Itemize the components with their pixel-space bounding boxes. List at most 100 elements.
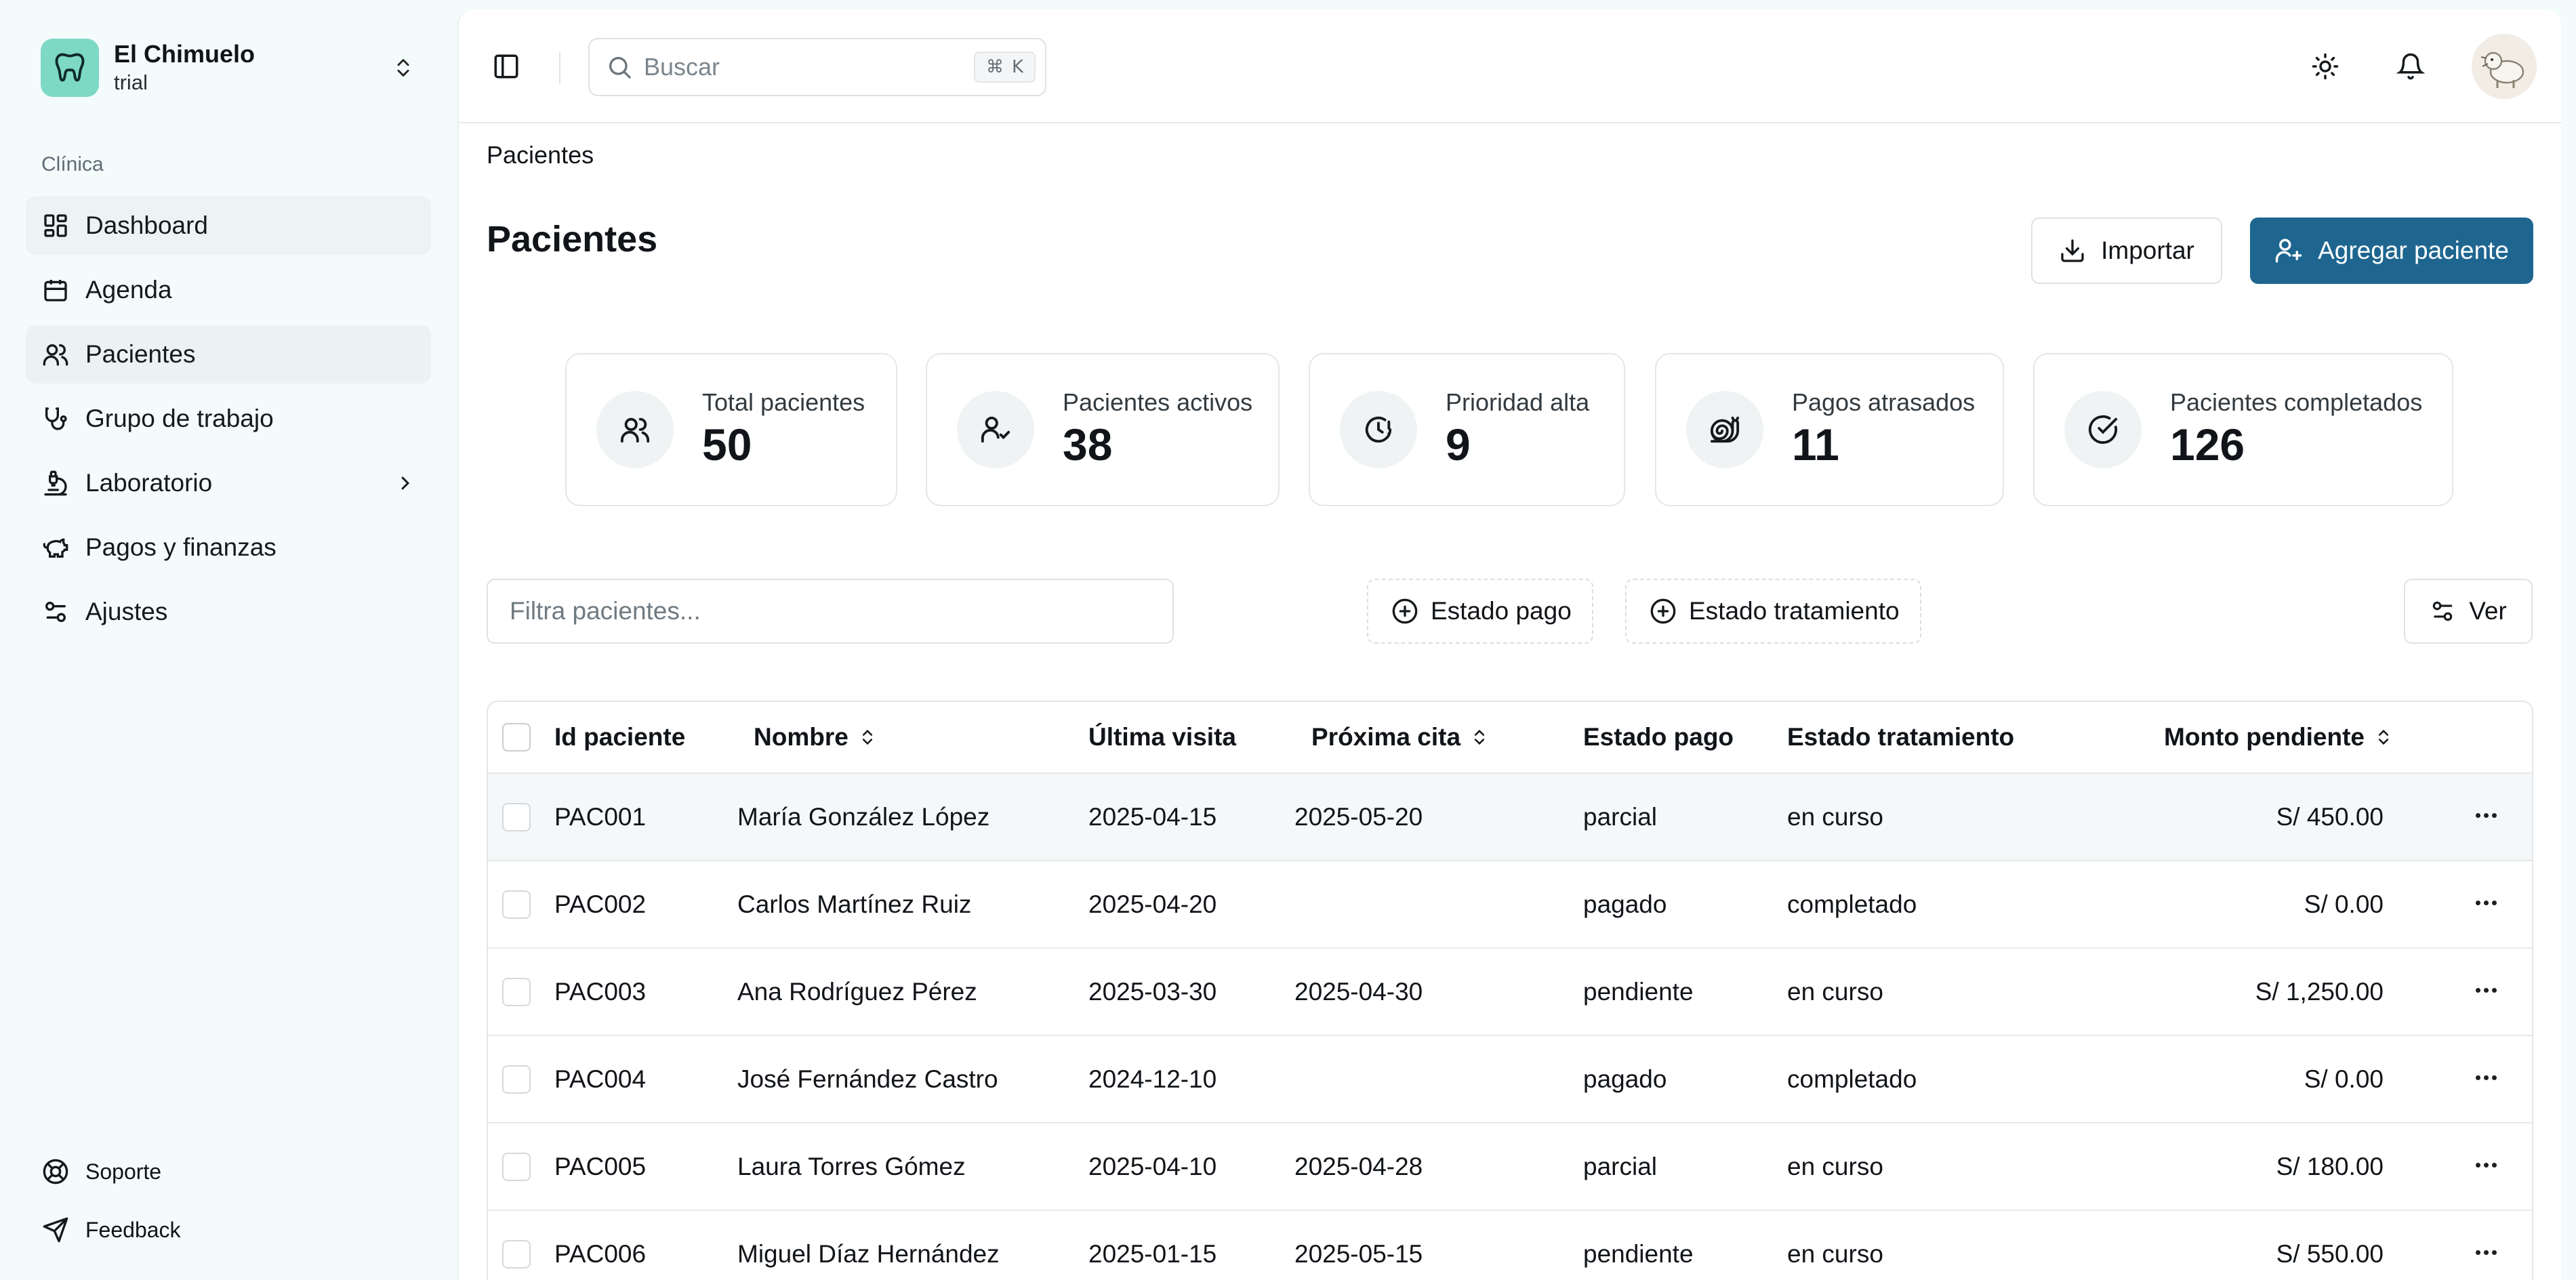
add-patient-button[interactable]: Agregar paciente — [2250, 218, 2533, 284]
stethoscope-icon — [41, 404, 70, 434]
shortcut-badge: ⌘ K — [973, 51, 1036, 83]
sidebar-item-label: Soporte — [85, 1159, 162, 1184]
tooth-logo-icon — [41, 39, 99, 97]
sidebar-item-agenda[interactable]: Agenda — [26, 261, 431, 319]
sidebar-item-laboratorio[interactable]: Laboratorio — [26, 454, 431, 512]
chevron-right-icon[interactable] — [394, 472, 416, 494]
column-header-label: Próxima cita — [1311, 723, 1461, 751]
piggy-bank-icon — [41, 533, 70, 562]
sidebar-nav: Dashboard Agenda Pacientes Grupo de trab… — [26, 197, 431, 647]
more-horizontal-icon[interactable] — [2476, 1162, 2497, 1168]
sidebar-item-label: Laboratorio — [85, 469, 213, 497]
cell-amount: S/ 0.00 — [2304, 890, 2384, 918]
row-checkbox[interactable] — [502, 1239, 531, 1268]
cell-last-visit: 2025-04-20 — [1088, 890, 1217, 918]
import-button[interactable]: Importar — [2031, 218, 2222, 284]
column-header-last-visit: Última visita — [1088, 723, 1236, 751]
cell-treatment: completado — [1787, 1065, 1917, 1093]
cell-amount: S/ 0.00 — [2304, 1065, 2384, 1093]
cell-name: Ana Rodríguez Pérez — [737, 977, 977, 1006]
table-row[interactable]: PAC001 María González López 2025-04-15 2… — [488, 774, 2532, 861]
breadcrumb[interactable]: Pacientes — [487, 141, 594, 169]
stat-label: Pagos atrasados — [1792, 388, 1976, 416]
search-placeholder: Buscar — [644, 53, 720, 81]
bell-icon[interactable] — [2386, 42, 2435, 91]
select-all-checkbox[interactable] — [502, 723, 531, 751]
table-row[interactable]: PAC003 Ana Rodríguez Pérez 2025-03-30 20… — [488, 949, 2532, 1036]
divider — [559, 51, 560, 84]
sidebar-toggle-icon[interactable] — [486, 46, 527, 87]
users-icon — [596, 391, 674, 468]
row-checkbox[interactable] — [502, 890, 531, 919]
table-row[interactable]: PAC006 Miguel Díaz Hernández 2025-01-15 … — [488, 1211, 2532, 1280]
sun-icon[interactable] — [2301, 42, 2350, 91]
sidebar-item-pacientes[interactable]: Pacientes — [26, 325, 431, 384]
org-switcher[interactable]: El Chimuelo trial — [41, 38, 420, 98]
table-header-row: Id paciente Nombre Última visita Próxima… — [488, 702, 2532, 774]
more-horizontal-icon[interactable] — [2476, 1250, 2497, 1255]
sidebar-item-label: Grupo de trabajo — [85, 405, 274, 432]
plus-circle-icon — [1391, 598, 1418, 625]
users-icon — [41, 339, 70, 369]
topbar-actions — [2301, 34, 2537, 99]
column-header-next-appt[interactable]: Próxima cita — [1311, 702, 1489, 772]
column-header-amount[interactable]: Monto pendiente — [2164, 702, 2393, 772]
stat-value: 9 — [1446, 419, 1471, 470]
patient-filter-input[interactable]: Filtra pacientes... — [487, 579, 1174, 644]
payment-status-label: Estado pago — [1431, 597, 1572, 625]
stat-label: Prioridad alta — [1446, 388, 1590, 416]
sidebar-item-ajustes[interactable]: Ajustes — [26, 583, 431, 641]
more-horizontal-icon[interactable] — [2476, 812, 2497, 818]
clock-alert-icon — [1340, 391, 1417, 468]
stat-card-late-payments: Pagos atrasados 11 — [1655, 353, 2004, 506]
snail-icon — [1686, 391, 1763, 468]
cell-payment: parcial — [1583, 1152, 1657, 1180]
column-header-label: Monto pendiente — [2164, 723, 2365, 751]
stat-label: Total pacientes — [702, 388, 865, 416]
stat-card-total: Total pacientes 50 — [565, 353, 897, 506]
sidebar-item-soporte[interactable]: Soporte — [41, 1142, 181, 1201]
more-horizontal-icon[interactable] — [2476, 900, 2497, 905]
cell-treatment: en curso — [1787, 802, 1883, 831]
payment-status-filter[interactable]: Estado pago — [1367, 579, 1593, 644]
more-horizontal-icon[interactable] — [2476, 987, 2497, 993]
view-options-button[interactable]: Ver — [2404, 579, 2533, 644]
sort-icon — [858, 728, 877, 747]
cell-name: María González López — [737, 802, 990, 831]
row-checkbox[interactable] — [502, 977, 531, 1006]
cell-treatment: en curso — [1787, 977, 1883, 1006]
table-row[interactable]: PAC004 José Fernández Castro 2024-12-10 … — [488, 1036, 2532, 1123]
table-row[interactable]: PAC005 Laura Torres Gómez 2025-04-10 202… — [488, 1123, 2532, 1211]
shortcut-key: K — [1011, 57, 1023, 77]
more-horizontal-icon[interactable] — [2476, 1075, 2497, 1080]
sidebar-item-pagos-y-finanzas[interactable]: Pagos y finanzas — [26, 518, 431, 577]
table-row[interactable]: PAC002 Carlos Martínez Ruiz 2025-04-20 p… — [488, 861, 2532, 949]
sidebar-item-grupo-de-trabajo[interactable]: Grupo de trabajo — [26, 390, 431, 448]
row-checkbox[interactable] — [502, 802, 531, 831]
treatment-status-label: Estado tratamiento — [1689, 597, 1900, 625]
sidebar-item-feedback[interactable]: Feedback — [41, 1201, 181, 1259]
cell-treatment: en curso — [1787, 1152, 1883, 1180]
cell-last-visit: 2025-03-30 — [1088, 977, 1217, 1006]
org-plan: trial — [114, 70, 148, 94]
column-header-name[interactable]: Nombre — [754, 702, 877, 772]
stat-card-priority: Prioridad alta 9 — [1309, 353, 1625, 506]
chevrons-up-down-icon[interactable] — [386, 51, 420, 85]
sort-icon — [1470, 728, 1489, 747]
column-header-payment: Estado pago — [1583, 723, 1734, 751]
life-buoy-icon — [41, 1157, 70, 1186]
row-checkbox[interactable] — [502, 1152, 531, 1181]
cell-last-visit: 2024-12-10 — [1088, 1065, 1217, 1093]
filter-placeholder: Filtra pacientes... — [510, 597, 701, 625]
cell-amount: S/ 180.00 — [2276, 1152, 2384, 1180]
user-check-icon — [957, 391, 1034, 468]
row-checkbox[interactable] — [502, 1065, 531, 1094]
sidebar-item-dashboard[interactable]: Dashboard — [26, 197, 431, 255]
stat-card-completed: Pacientes completados 126 — [2033, 353, 2453, 506]
treatment-status-filter[interactable]: Estado tratamiento — [1625, 579, 1921, 644]
layout-dashboard-icon — [41, 211, 70, 241]
sliders-horizontal-icon — [2430, 598, 2455, 624]
search-input[interactable]: Buscar ⌘ K — [588, 38, 1046, 96]
circle-check-icon — [2064, 391, 2142, 468]
avatar[interactable] — [2472, 34, 2537, 99]
